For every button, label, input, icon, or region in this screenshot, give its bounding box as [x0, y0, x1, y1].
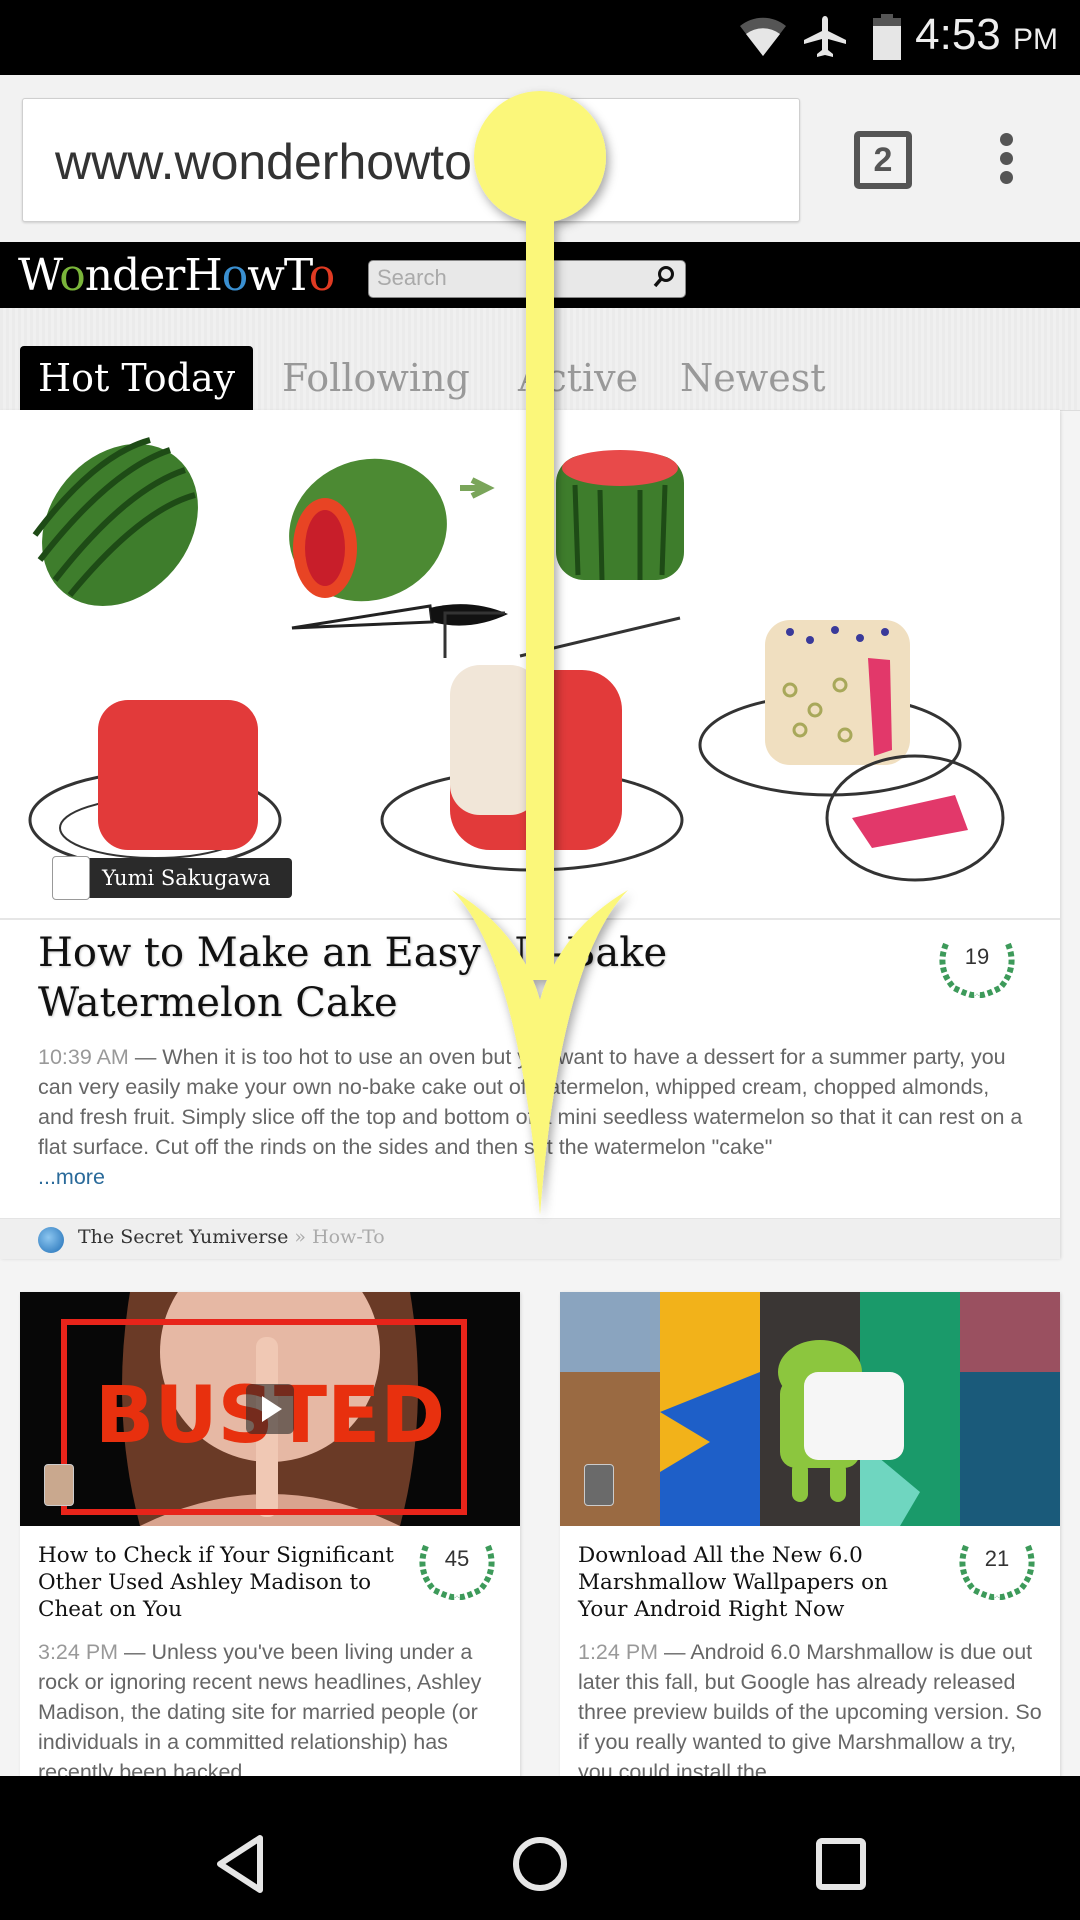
- excerpt-text: — When it is too hot to use an oven but …: [38, 1045, 1023, 1159]
- tab-following[interactable]: Following: [282, 346, 470, 410]
- feed-tabs: Hot Today Following Active Newest: [0, 308, 1080, 411]
- score-badge: 21: [954, 1540, 1040, 1600]
- author-badge[interactable]: Yumi Sakugawa: [52, 856, 293, 900]
- clock: 4:53 PM: [915, 10, 1058, 60]
- score-value: 19: [964, 944, 990, 969]
- airplane-mode-icon: [804, 16, 846, 57]
- author-avatar[interactable]: [44, 1464, 74, 1506]
- clock-ampm: PM: [1013, 23, 1058, 56]
- article-excerpt: 1:24 PM — Android 6.0 Marshmallow is due…: [578, 1637, 1048, 1787]
- globe-icon: [38, 1227, 64, 1253]
- url-text[interactable]: www.wonderhowto: [55, 133, 472, 191]
- category-link[interactable]: » How-To: [288, 1226, 384, 1248]
- tab-switcher-button[interactable]: 2: [854, 131, 912, 189]
- hero-article-card[interactable]: Yumi Sakugawa How to Make an Easy No-Bak…: [0, 410, 1060, 1259]
- address-bar[interactable]: www.wonderhowto: [22, 98, 800, 222]
- tab-active[interactable]: Active: [518, 346, 638, 410]
- source-link: The Secret Yumiverse » How-To: [78, 1226, 385, 1248]
- battery-icon: [873, 14, 901, 60]
- score-badge: 19: [934, 938, 1020, 998]
- article-card[interactable]: BUSTED How to Check if Your Significant …: [20, 1292, 520, 1792]
- search-placeholder: Search: [377, 265, 447, 290]
- busted-thumbnail: BUSTED: [61, 1292, 467, 1526]
- author-avatar: [52, 856, 90, 900]
- article-title[interactable]: Download All the New 6.0 Marshmallow Wal…: [578, 1542, 938, 1623]
- watermelon-cake-illustration: [28, 437, 1005, 882]
- home-icon[interactable]: [512, 1836, 568, 1892]
- article-timestamp: 3:24 PM: [38, 1640, 119, 1664]
- clock-time: 4:53: [915, 10, 1001, 59]
- back-icon[interactable]: [214, 1834, 266, 1894]
- article-timestamp: 1:24 PM: [578, 1640, 659, 1664]
- source-name[interactable]: The Secret Yumiverse: [78, 1226, 288, 1248]
- tab-newest[interactable]: Newest: [680, 346, 826, 410]
- more-link[interactable]: ...more: [38, 1165, 105, 1189]
- wifi-icon: [740, 17, 786, 56]
- hero-article-image[interactable]: Yumi Sakugawa: [0, 410, 1060, 920]
- status-bar: 4:53 PM: [0, 0, 1080, 75]
- score-value: 45: [444, 1546, 470, 1571]
- overflow-menu-icon[interactable]: [1000, 133, 1016, 187]
- article-image[interactable]: [560, 1292, 1060, 1526]
- article-card[interactable]: Download All the New 6.0 Marshmallow Wal…: [560, 1292, 1060, 1792]
- marshmallow-wallpapers-thumbnail: [560, 1292, 1060, 1526]
- article-excerpt: 3:24 PM — Unless you've been living unde…: [38, 1637, 508, 1787]
- tab-hot-today[interactable]: Hot Today: [20, 346, 254, 410]
- score-badge: 45: [414, 1540, 500, 1600]
- site-header: WonderHowTo Search: [0, 242, 1080, 308]
- hero-article-excerpt: 10:39 AM — When it is too hot to use an …: [38, 1042, 1028, 1192]
- author-name[interactable]: Yumi Sakugawa: [102, 866, 270, 890]
- site-logo[interactable]: WonderHowTo: [18, 250, 335, 301]
- article-title[interactable]: How to Check if Your Significant Other U…: [38, 1542, 398, 1623]
- article-image[interactable]: BUSTED: [20, 1292, 520, 1526]
- author-avatar[interactable]: [584, 1464, 614, 1506]
- recents-icon[interactable]: [816, 1838, 866, 1890]
- score-value: 21: [984, 1546, 1010, 1571]
- article-source-bar: The Secret Yumiverse » How-To: [0, 1218, 1060, 1259]
- site-search-input[interactable]: Search: [368, 260, 686, 298]
- search-icon[interactable]: [653, 265, 675, 289]
- hero-article-title[interactable]: How to Make an Easy No-Bake Watermelon C…: [38, 928, 918, 1028]
- navigation-bar: [0, 1776, 1080, 1920]
- browser-toolbar: www.wonderhowto 2: [0, 75, 1080, 242]
- article-timestamp: 10:39 AM: [38, 1045, 129, 1069]
